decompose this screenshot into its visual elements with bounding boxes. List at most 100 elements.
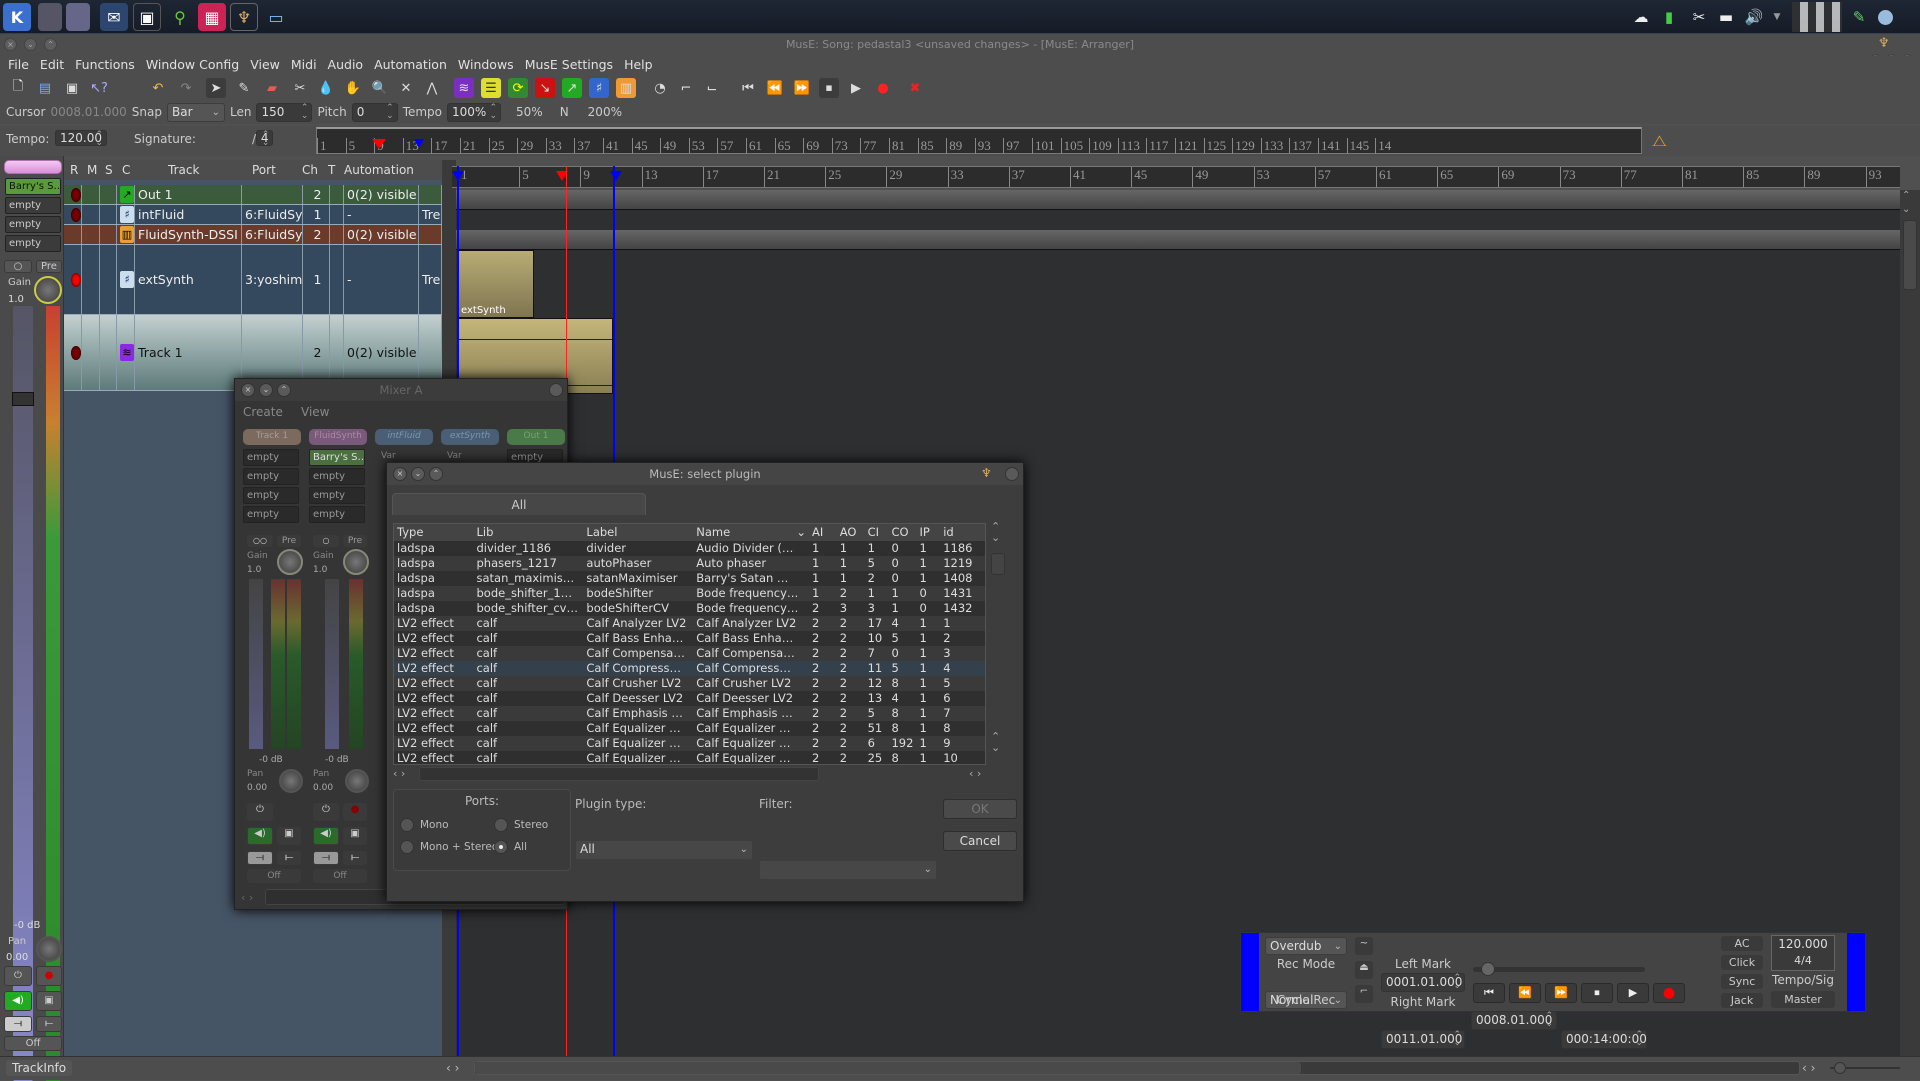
power-icon[interactable]: ⏻ bbox=[313, 803, 339, 821]
track-time-lock[interactable] bbox=[330, 225, 344, 244]
input-routing-icon[interactable]: ⟞ bbox=[247, 851, 273, 865]
volume-fader-track[interactable] bbox=[325, 579, 339, 749]
tempo-normal-button[interactable]: N bbox=[560, 105, 569, 119]
mute-speaker-icon[interactable]: ◀) bbox=[247, 827, 273, 845]
menu-file[interactable]: File bbox=[6, 56, 38, 76]
col-header-ci[interactable]: CI bbox=[864, 524, 889, 541]
tempo-200-button[interactable]: 200% bbox=[588, 105, 622, 119]
volume-icon[interactable]: 🔊 bbox=[1742, 6, 1766, 28]
radio-all[interactable]: All bbox=[494, 840, 527, 854]
solo-cell[interactable] bbox=[100, 185, 117, 204]
len-spinbox[interactable]: 150 ⌃ ⌄ bbox=[256, 102, 313, 122]
track-port[interactable] bbox=[242, 185, 303, 204]
record-arm-icon[interactable]: ● bbox=[36, 966, 62, 986]
stop-icon[interactable]: ⏹ bbox=[1581, 983, 1613, 1003]
effect-slot[interactable]: empty bbox=[309, 487, 365, 504]
desktop-pager-1-icon[interactable] bbox=[38, 3, 62, 31]
record-arm-button[interactable] bbox=[71, 187, 81, 202]
whats-this-icon[interactable]: ↖? bbox=[89, 78, 109, 98]
minimize-icon[interactable]: ⌄ bbox=[259, 383, 273, 397]
volume-fader-track[interactable] bbox=[249, 579, 263, 749]
menu-windows[interactable]: Windows bbox=[456, 56, 523, 76]
filter-input[interactable]: ⌄ bbox=[759, 860, 937, 880]
metronome-icon[interactable]: ⧍ bbox=[1652, 131, 1667, 151]
pan-knob[interactable] bbox=[279, 769, 303, 793]
gain-knob[interactable] bbox=[343, 549, 369, 575]
stereo-toggle-button[interactable]: ○ bbox=[313, 535, 339, 547]
master-button[interactable]: Master bbox=[1771, 991, 1835, 1008]
menu-edit[interactable]: Edit bbox=[38, 56, 73, 76]
kde-menu-icon[interactable]: K bbox=[3, 3, 31, 31]
track-name[interactable]: intFluid bbox=[135, 205, 242, 224]
record-icon[interactable]: ● bbox=[1653, 983, 1685, 1003]
click-button[interactable]: Click bbox=[1721, 955, 1763, 970]
record-arm-button[interactable] bbox=[71, 272, 81, 287]
mute-cell[interactable] bbox=[82, 245, 100, 314]
position-slider-handle[interactable] bbox=[1480, 962, 1495, 976]
undo-icon[interactable]: ↶ bbox=[148, 78, 168, 98]
list-editor-icon[interactable]: ☰ bbox=[481, 78, 501, 98]
plugin-type-select[interactable]: All ⌄ bbox=[575, 840, 753, 860]
gain-knob[interactable] bbox=[277, 549, 303, 575]
mixer-strip-name[interactable]: Track 1 bbox=[243, 429, 301, 445]
new-file-icon[interactable]: 🗋 bbox=[8, 78, 28, 98]
pencil-tool-icon[interactable]: ✎ bbox=[234, 78, 254, 98]
automation-mode-button[interactable]: Off bbox=[247, 869, 301, 883]
plugin-row[interactable]: LV2 effect calf Calf Emphasis … Calf Emphas… bbox=[394, 706, 985, 721]
maximize-icon[interactable]: ⌃ bbox=[277, 383, 291, 397]
punch-in-icon[interactable]: ~ bbox=[1355, 937, 1373, 955]
pointer-tool-icon[interactable]: ➤ bbox=[206, 78, 226, 98]
ok-button[interactable]: OK bbox=[943, 799, 1017, 819]
effect-slot[interactable]: empty bbox=[5, 216, 61, 233]
volume-fader-track[interactable] bbox=[13, 306, 33, 1081]
fast-forward-icon[interactable]: ⏩ bbox=[792, 78, 812, 98]
mute-cell[interactable] bbox=[82, 225, 100, 244]
scroll-down-icon[interactable]: ⌄ bbox=[1902, 204, 1910, 215]
effect-slot[interactable]: Barry's S… bbox=[309, 449, 365, 466]
right-loop-flag-icon[interactable] bbox=[610, 171, 622, 181]
plugin-row[interactable]: ladspa bode_shifter_1… bodeShifter Bode fre… bbox=[394, 586, 985, 601]
track-time-lock[interactable] bbox=[330, 245, 344, 314]
step-down-icon[interactable]: ⌐ bbox=[676, 78, 696, 98]
mixer-strip-name[interactable]: extSynth bbox=[441, 429, 499, 445]
pre-button[interactable]: Pre bbox=[277, 535, 301, 547]
track-automation[interactable]: - bbox=[344, 205, 419, 224]
input-routing-icon[interactable]: ⟞ bbox=[4, 1016, 32, 1032]
rewind-to-start-icon[interactable]: ⏮ bbox=[1473, 983, 1505, 1003]
pitch-spinbox[interactable]: 0 ⌃ ⌄ bbox=[351, 102, 398, 122]
transport-handle-right[interactable] bbox=[1847, 933, 1865, 1011]
tray-expand-icon[interactable]: ▼ bbox=[1770, 6, 1784, 28]
hscroll-arrows-icon[interactable]: ‹ › bbox=[446, 1061, 459, 1075]
remote-desktop-icon[interactable]: ▭ bbox=[262, 3, 290, 31]
solo-cell[interactable] bbox=[100, 225, 117, 244]
col-header-co[interactable]: CO bbox=[888, 524, 917, 541]
plugin-row[interactable]: LV2 effect calf Calf Equalizer … Calf Equal… bbox=[394, 751, 985, 764]
header-solo[interactable]: S bbox=[105, 160, 113, 180]
track-row[interactable]: ↗ Out 1 2 0(2) visible bbox=[64, 185, 442, 205]
output-route-icon[interactable]: ↗ bbox=[562, 78, 582, 98]
track-automation[interactable]: 0(2) visible bbox=[344, 185, 419, 204]
tempo-spinbox[interactable]: 100% ⌃ ⌄ bbox=[447, 102, 502, 122]
color-picker-icon[interactable]: ✎ bbox=[1850, 6, 1868, 28]
clipboard-scissors-icon[interactable]: ✂ bbox=[1688, 6, 1710, 28]
track-time-lock[interactable] bbox=[330, 205, 344, 224]
effect-slot[interactable]: empty bbox=[309, 468, 365, 485]
window-menu-icon[interactable] bbox=[549, 383, 563, 397]
signature-numerator-spinbox[interactable]: 4 ⌃ ⌄ bbox=[255, 130, 274, 148]
play-icon[interactable]: ▶ bbox=[846, 78, 866, 98]
pager-grid-icon[interactable] bbox=[1792, 2, 1842, 32]
track-name[interactable]: extSynth bbox=[135, 245, 242, 314]
solo-icon[interactable]: ▣ bbox=[277, 827, 301, 845]
redo-icon[interactable]: ↷ bbox=[176, 78, 196, 98]
effect-slot[interactable]: empty bbox=[5, 197, 61, 214]
zoom-tool-icon[interactable]: 🔍 bbox=[370, 78, 390, 98]
hscroll-arrows-icon[interactable]: ‹ › bbox=[1802, 1061, 1815, 1075]
position-slider[interactable] bbox=[1473, 962, 1645, 976]
loop-icon[interactable]: ⟳ bbox=[508, 78, 528, 98]
horizontal-scroll-arrows-icon[interactable]: ‹ › bbox=[969, 767, 981, 780]
automation-mode-button[interactable]: Off bbox=[4, 1036, 62, 1051]
panic-icon[interactable]: ✖ bbox=[905, 78, 925, 98]
col-header-id[interactable]: id bbox=[940, 524, 985, 541]
strip-name-button[interactable] bbox=[4, 160, 62, 174]
plugin-row[interactable]: ladspa phasers_1217 autoPhaser Auto phaser 1… bbox=[394, 556, 985, 571]
